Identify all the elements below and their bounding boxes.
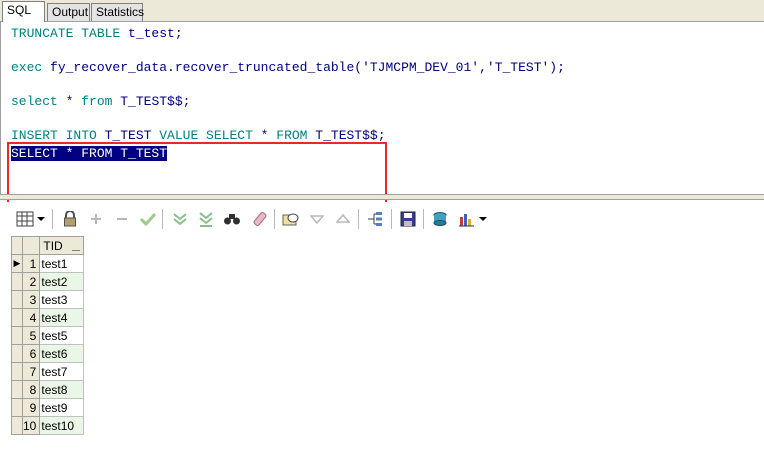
keyword: exec bbox=[11, 60, 43, 75]
table-row[interactable]: 3 test3 bbox=[11, 290, 85, 309]
export-icon[interactable] bbox=[431, 210, 449, 228]
code-text: t_test; bbox=[120, 26, 183, 41]
toolbar-separator bbox=[358, 209, 359, 229]
row-number[interactable]: 4 bbox=[21, 308, 41, 327]
row-indicator[interactable]: ▶ bbox=[11, 254, 23, 273]
row-indicator[interactable] bbox=[11, 272, 23, 291]
sql-editor[interactable]: TRUNCATE TABLE t_test; exec fy_recover_d… bbox=[0, 22, 764, 208]
result-grid[interactable]: TID ▶ 1 test1 2 test2 3 test3 4 test4 5 test5 6 test… bbox=[11, 236, 85, 435]
tab-sql[interactable]: SQL bbox=[2, 1, 45, 22]
code-text: fy_recover_data.recover_truncated_table(… bbox=[42, 60, 565, 75]
cell-tid[interactable]: test1 bbox=[39, 254, 85, 273]
table-row[interactable]: 2 test2 bbox=[11, 272, 85, 291]
table-row[interactable]: 10 test10 bbox=[11, 416, 85, 435]
row-indicator[interactable] bbox=[11, 326, 23, 345]
delete-record-icon[interactable] bbox=[113, 210, 131, 228]
query-by-example-icon[interactable] bbox=[282, 210, 300, 228]
cell-tid[interactable]: test5 bbox=[39, 326, 85, 345]
table-row[interactable]: ▶ 1 test1 bbox=[11, 254, 85, 273]
fetch-next-icon[interactable] bbox=[171, 210, 189, 228]
cell-tid[interactable]: test6 bbox=[39, 344, 85, 363]
hierarchy-icon[interactable] bbox=[366, 210, 384, 228]
code-text: * bbox=[57, 94, 82, 109]
row-number[interactable]: 6 bbox=[21, 344, 41, 363]
column-header-label: TID bbox=[43, 238, 63, 253]
row-number[interactable]: 2 bbox=[21, 272, 41, 291]
table-row[interactable]: 4 test4 bbox=[11, 308, 85, 327]
table-row[interactable]: 6 test6 bbox=[11, 344, 85, 363]
grid-corner bbox=[21, 236, 41, 255]
toolbar-separator bbox=[52, 209, 53, 229]
row-number[interactable]: 3 bbox=[21, 290, 41, 309]
row-number[interactable]: 5 bbox=[21, 326, 41, 345]
grid-layout-icon[interactable] bbox=[16, 210, 34, 228]
toolbar-separator bbox=[423, 209, 424, 229]
row-indicator[interactable] bbox=[11, 398, 23, 417]
row-indicator[interactable] bbox=[11, 308, 23, 327]
row-number[interactable]: 1 bbox=[21, 254, 41, 273]
fetch-last-icon[interactable] bbox=[197, 210, 215, 228]
row-indicator[interactable] bbox=[11, 362, 23, 381]
result-toolbar bbox=[0, 202, 764, 234]
cell-tid[interactable]: test2 bbox=[39, 272, 85, 291]
row-number[interactable]: 8 bbox=[21, 380, 41, 399]
grid-corner bbox=[11, 236, 23, 255]
table-row[interactable]: 7 test7 bbox=[11, 362, 85, 381]
keyword: FROM bbox=[276, 128, 308, 143]
cell-tid[interactable]: test4 bbox=[39, 308, 85, 327]
keyword: select bbox=[11, 94, 58, 109]
cell-tid[interactable]: test7 bbox=[39, 362, 85, 381]
sort-ascending-icon[interactable] bbox=[334, 210, 352, 228]
toolbar-separator bbox=[162, 209, 163, 229]
row-indicator[interactable] bbox=[11, 290, 23, 309]
clear-icon[interactable] bbox=[251, 210, 269, 228]
tab-statistics[interactable]: Statistics bbox=[91, 3, 144, 21]
save-icon[interactable] bbox=[399, 210, 417, 228]
chart-icon[interactable] bbox=[458, 210, 476, 228]
table-row[interactable]: 5 test5 bbox=[11, 326, 85, 345]
code-line-1: TRUNCATE TABLE t_test; bbox=[11, 26, 183, 42]
row-indicator[interactable] bbox=[11, 344, 23, 363]
lock-icon[interactable] bbox=[61, 210, 79, 228]
code-line-3: select * from T_TEST$$; bbox=[11, 94, 190, 110]
cell-tid[interactable]: test9 bbox=[39, 398, 85, 417]
chart-dropdown-icon[interactable] bbox=[478, 210, 488, 228]
keyword: from bbox=[81, 94, 113, 109]
cell-tid[interactable]: test8 bbox=[39, 380, 85, 399]
code-line-2: exec fy_recover_data.recover_truncated_t… bbox=[11, 60, 565, 76]
row-number[interactable]: 7 bbox=[21, 362, 41, 381]
row-indicator[interactable] bbox=[11, 416, 23, 435]
row-number[interactable]: 9 bbox=[21, 398, 41, 417]
find-icon[interactable] bbox=[223, 210, 241, 228]
row-number[interactable]: 10 bbox=[21, 416, 41, 435]
toolbar-separator bbox=[274, 209, 275, 229]
code-text: T_TEST$$; bbox=[307, 128, 386, 143]
cell-tid[interactable]: test10 bbox=[39, 416, 85, 435]
sort-descending-icon[interactable] bbox=[308, 210, 326, 228]
keyword: INSERT INTO bbox=[11, 128, 97, 143]
code-text: * bbox=[252, 128, 277, 143]
post-changes-icon[interactable] bbox=[139, 210, 157, 228]
toolbar-separator bbox=[391, 209, 392, 229]
code-text: T_TEST$$; bbox=[112, 94, 191, 109]
keyword: VALUE SELECT bbox=[159, 128, 253, 143]
table-row[interactable]: 9 test9 bbox=[11, 398, 85, 417]
keyword: TRUNCATE TABLE bbox=[11, 26, 121, 41]
tab-output[interactable]: Output bbox=[47, 3, 90, 21]
add-record-icon[interactable] bbox=[87, 210, 105, 228]
row-indicator[interactable] bbox=[11, 380, 23, 399]
code-text: T_TEST bbox=[96, 128, 160, 143]
dropdown-icon[interactable] bbox=[36, 210, 46, 228]
column-header-tid[interactable]: TID bbox=[39, 236, 85, 255]
tab-strip: SQL Output Statistics bbox=[0, 0, 764, 22]
cell-tid[interactable]: test3 bbox=[39, 290, 85, 309]
column-resize-mark bbox=[72, 250, 81, 251]
table-row[interactable]: 8 test8 bbox=[11, 380, 85, 399]
splitter-handle[interactable] bbox=[0, 194, 764, 200]
